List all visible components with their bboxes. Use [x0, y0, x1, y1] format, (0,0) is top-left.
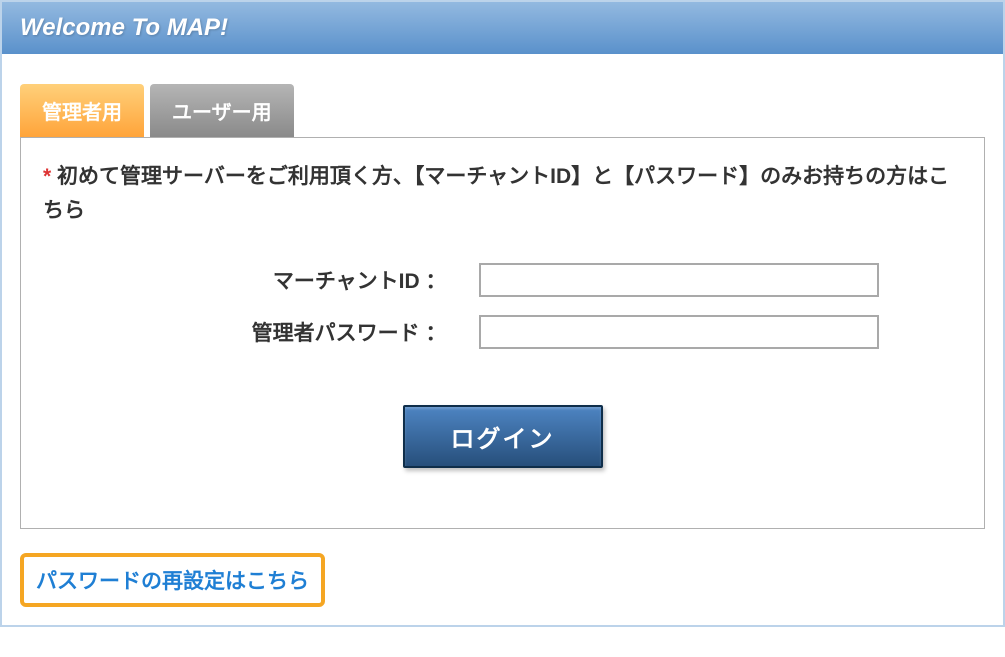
- button-row: ログイン: [43, 405, 962, 468]
- content-area: 管理者用 ユーザー用 * 初めて管理サーバーをご利用頂く方、【マーチャントID】…: [2, 54, 1003, 625]
- password-reset-link[interactable]: パスワードの再設定はこちら: [36, 570, 309, 593]
- reset-link-highlight: パスワードの再設定はこちら: [20, 553, 325, 607]
- tab-bar: 管理者用 ユーザー用: [20, 84, 985, 137]
- tab-admin[interactable]: 管理者用: [20, 84, 144, 137]
- admin-password-input[interactable]: [479, 315, 879, 349]
- admin-password-label: 管理者パスワード ：: [127, 317, 447, 347]
- tab-user[interactable]: ユーザー用: [150, 84, 294, 137]
- admin-password-row: 管理者パスワード ：: [43, 315, 962, 349]
- asterisk-icon: *: [43, 165, 51, 188]
- merchant-id-label: マーチャントID ：: [127, 265, 447, 295]
- login-window: Welcome To MAP! 管理者用 ユーザー用 * 初めて管理サーバーをご…: [0, 0, 1005, 627]
- header-bar: Welcome To MAP!: [2, 2, 1003, 54]
- reset-row: パスワードの再設定はこちら: [20, 553, 985, 607]
- notice-text: 初めて管理サーバーをご利用頂く方、【マーチャントID】と【パスワード】のみお持ち…: [43, 165, 949, 222]
- merchant-id-input[interactable]: [479, 263, 879, 297]
- page-title: Welcome To MAP!: [20, 14, 228, 41]
- merchant-id-row: マーチャントID ：: [43, 263, 962, 297]
- login-panel: * 初めて管理サーバーをご利用頂く方、【マーチャントID】と【パスワード】のみお…: [20, 137, 985, 529]
- login-button[interactable]: ログイン: [403, 405, 603, 468]
- first-time-notice: * 初めて管理サーバーをご利用頂く方、【マーチャントID】と【パスワード】のみお…: [43, 160, 962, 227]
